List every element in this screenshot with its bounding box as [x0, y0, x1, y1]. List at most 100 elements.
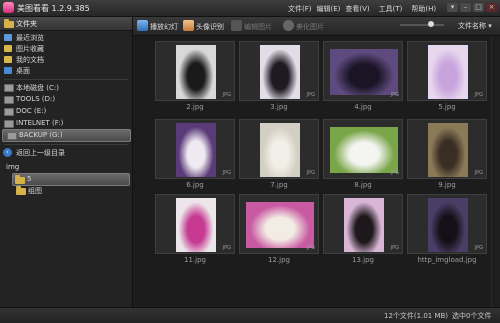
sidebar-item-label: 本地磁盘 (C:) — [16, 84, 59, 92]
jpg-badge: JPG — [306, 170, 315, 176]
sidebar-item-label: 我的文档 — [16, 56, 44, 64]
photo-thumbnail[interactable]: JPG 4.jpg — [323, 41, 403, 111]
app-title: 美图看看 1.2.9.385 — [17, 4, 90, 13]
tree-item-img[interactable]: img — [0, 162, 132, 173]
thumbnail-grid: JPG 2.jpg JPG 3.jpg JPG 4.jpg JPG 5.jpg JPG 6.jpg… — [133, 36, 500, 307]
sidebar-header: 文件夹 — [0, 17, 132, 31]
favorites-icon — [4, 45, 12, 52]
zoom-slider[interactable] — [400, 21, 444, 27]
jpg-badge: JPG — [474, 170, 483, 176]
sidebar-item-label: BACKUP (G:) — [19, 131, 63, 139]
go-up-button[interactable]: ‹ 返回上一级目录 — [0, 147, 132, 158]
recent-icon — [4, 34, 12, 41]
menu-view[interactable]: 查看(V) — [345, 4, 369, 14]
sidebar-item-label: DOC (E:) — [16, 107, 47, 115]
status-bar: 12个文件(1.01 MB) 选中0个文件 — [0, 307, 500, 323]
photo-thumbnail[interactable]: JPG 12.jpg — [239, 194, 319, 264]
sidebar-title: 文件夹 — [16, 20, 37, 28]
sidebar-item-label: TOOLS (D:) — [16, 95, 56, 103]
photo-thumbnail[interactable]: JPG 7.jpg — [239, 119, 319, 189]
sidebar-item-drive-e[interactable]: DOC (E:) — [0, 106, 132, 117]
sidebar-item-drive-d[interactable]: TOOLS (D:) — [0, 94, 132, 105]
photo-filename: http_imgload.jpg — [417, 256, 477, 264]
photo-thumbnail[interactable]: JPG 13.jpg — [323, 194, 403, 264]
photo-thumbnail[interactable]: JPG http_imgload.jpg — [407, 194, 487, 264]
title-bar: 美图看看 1.2.9.385 文件(F) 编辑(E) 查看(V) 工具(T) 帮… — [0, 0, 500, 17]
thumbnail-frame: JPG — [323, 119, 403, 179]
thumbnail-frame: JPG — [155, 119, 235, 179]
photo-filename: 13.jpg — [352, 256, 374, 264]
tree-item-label: img — [6, 163, 20, 171]
menu-edit[interactable]: 编辑(E) — [317, 4, 341, 14]
jpg-badge: JPG — [222, 170, 231, 176]
photo-thumbnail[interactable]: JPG 8.jpg — [323, 119, 403, 189]
sidebar-item-drive-f[interactable]: INTELNET (F:) — [0, 118, 132, 129]
sidebar-item-label: INTELNET (F:) — [16, 119, 64, 127]
sidebar-item-label: 图片收藏 — [16, 45, 44, 53]
sort-label: 文件名称 — [458, 22, 486, 30]
sidebar-item-drive-c[interactable]: 本地磁盘 (C:) — [0, 82, 132, 93]
vertical-scrollbar[interactable] — [491, 36, 500, 307]
jpg-badge: JPG — [390, 245, 399, 251]
minimize-button[interactable]: – — [460, 3, 471, 12]
menu-help[interactable]: 帮助(H) — [411, 4, 436, 14]
menu-bar: 文件(F) 编辑(E) 查看(V) 工具(T) 帮助(H) — [288, 4, 436, 14]
photo-image — [260, 45, 300, 99]
beautify-icon — [283, 20, 294, 31]
sort-dropdown[interactable]: 文件名称 ▾ — [458, 21, 492, 31]
menu-tools[interactable]: 工具(T) — [379, 4, 403, 14]
sidebar-item-desktop[interactable]: 桌面 — [0, 65, 132, 76]
drive-icon — [7, 132, 17, 140]
thumbnail-frame: JPG — [239, 119, 319, 179]
desktop-icon — [4, 67, 12, 74]
photo-filename: 9.jpg — [438, 181, 456, 189]
photo-thumbnail[interactable]: JPG 9.jpg — [407, 119, 487, 189]
photo-thumbnail[interactable]: JPG 2.jpg — [155, 41, 235, 111]
sidebar-item-label: 桌面 — [16, 67, 30, 75]
photo-filename: 4.jpg — [354, 103, 372, 111]
photo-image — [428, 198, 468, 252]
go-up-label: 返回上一级目录 — [16, 149, 65, 157]
maximize-button[interactable]: □ — [473, 3, 484, 12]
jpg-badge: JPG — [306, 92, 315, 98]
photo-filename: 7.jpg — [270, 181, 288, 189]
skin-menu-button[interactable]: ▾ — [447, 3, 458, 12]
photo-thumbnail[interactable]: JPG 11.jpg — [155, 194, 235, 264]
folder-icon — [4, 19, 14, 28]
close-button[interactable]: × — [486, 3, 497, 12]
folder-sidebar: 文件夹 最近浏览 图片收藏 我的文档 桌面 本地磁盘 (C:) TOOLS (D… — [0, 17, 133, 307]
photo-image — [176, 198, 216, 252]
thumbnail-frame: JPG — [323, 194, 403, 254]
drive-icon — [4, 120, 14, 128]
sidebar-item-documents[interactable]: 我的文档 — [0, 54, 132, 65]
jpg-badge: JPG — [222, 245, 231, 251]
window-controls: ▾ – □ × — [447, 3, 497, 12]
thumbnail-frame: JPG — [407, 194, 487, 254]
thumbnail-frame: JPG — [239, 41, 319, 101]
avatar-label: 头像识别 — [196, 23, 224, 31]
photo-image — [176, 123, 216, 177]
photo-image — [428, 123, 468, 177]
thumbnail-frame: JPG — [155, 194, 235, 254]
photo-thumbnail[interactable]: JPG 6.jpg — [155, 119, 235, 189]
sidebar-item-recent[interactable]: 最近浏览 — [0, 32, 132, 43]
jpg-badge: JPG — [474, 92, 483, 98]
tree-item-group[interactable]: 组图 — [0, 185, 132, 196]
photo-filename: 5.jpg — [438, 103, 456, 111]
sidebar-item-drive-g[interactable]: BACKUP (G:) — [2, 129, 131, 142]
photo-image — [176, 45, 216, 99]
toolbar: 播放幻灯 头像识别 编辑图片 美化图片 文件名称 ▾ — [133, 17, 500, 36]
photo-filename: 8.jpg — [354, 181, 372, 189]
photo-thumbnail[interactable]: JPG 5.jpg — [407, 41, 487, 111]
zoom-slider-handle[interactable] — [428, 21, 434, 27]
photo-image — [330, 127, 398, 173]
menu-file[interactable]: 文件(F) — [288, 4, 312, 14]
thumbnail-frame: JPG — [323, 41, 403, 101]
thumbnail-frame: JPG — [407, 119, 487, 179]
jpg-badge: JPG — [222, 92, 231, 98]
photo-thumbnail[interactable]: JPG 3.jpg — [239, 41, 319, 111]
photo-image — [246, 202, 314, 248]
sidebar-item-favorites[interactable]: 图片收藏 — [0, 43, 132, 54]
photo-filename: 2.jpg — [186, 103, 204, 111]
arrow-left-icon: ‹ — [3, 148, 12, 157]
